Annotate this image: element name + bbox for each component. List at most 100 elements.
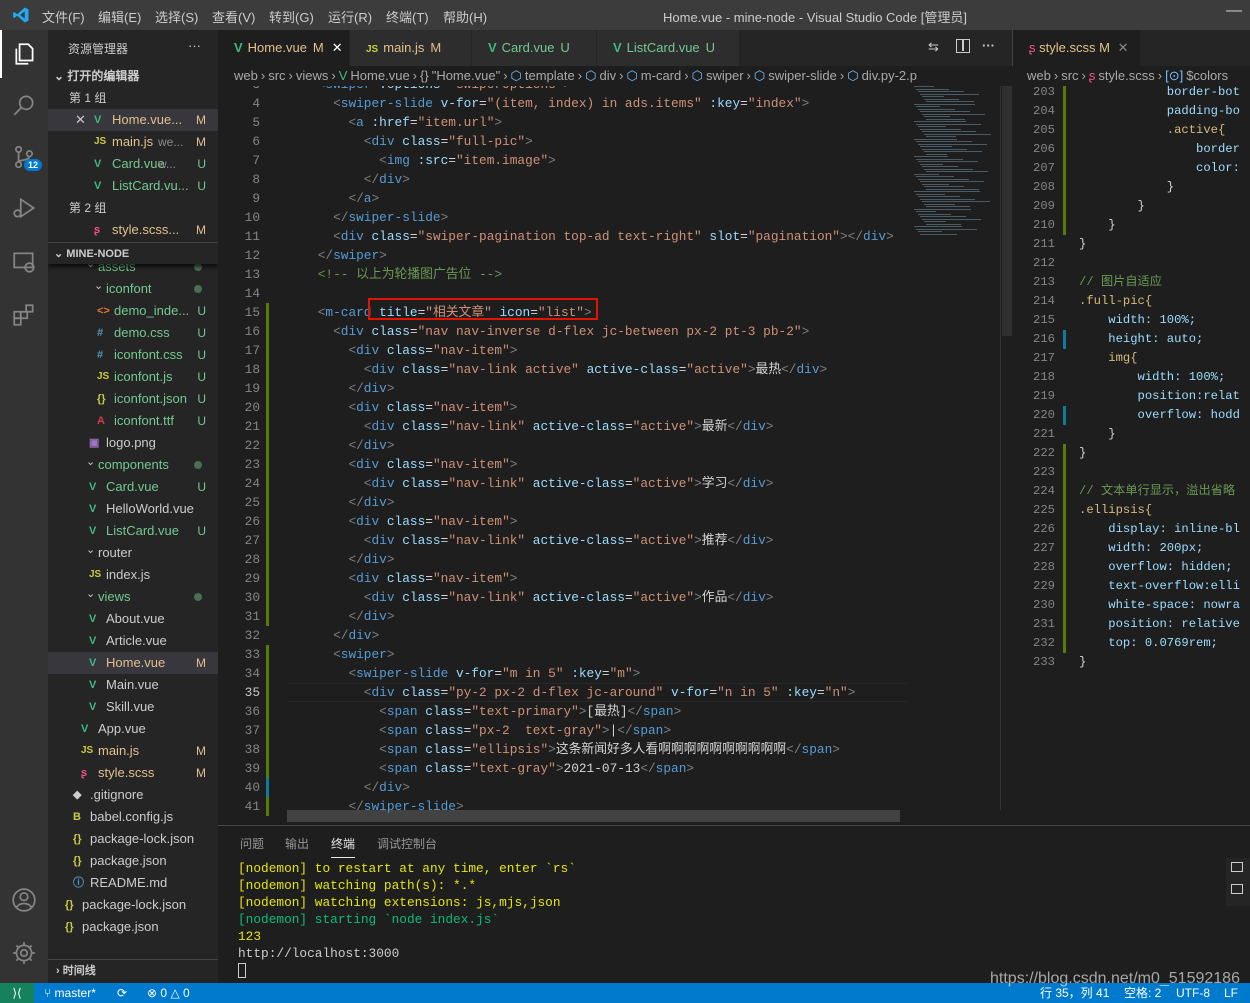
panel-tab[interactable]: 调试控制台 [377,835,437,852]
vertical-scrollbar[interactable] [1000,86,1012,810]
breadcrumb-item[interactable]: m-card [641,68,681,83]
menu-item[interactable]: 转到(G) [269,7,314,26]
tree-file[interactable]: V HelloWorld.vue [48,498,218,520]
breadcrumb-item[interactable]: div [599,68,616,83]
menu-item[interactable]: 选择(S) [155,7,198,26]
open-changes-icon[interactable]: ⇆ [928,39,939,55]
breadcrumb-item[interactable]: template [525,68,575,83]
project-header[interactable]: ⌄ MINE-NODE [48,242,218,264]
panel-tab[interactable]: 输出 [285,835,309,852]
problems-status[interactable]: ⊗ 0 △ 0 [147,983,190,1003]
end-of-line[interactable]: LF [1224,983,1238,1003]
tree-file[interactable]: {} package.json [48,916,218,938]
tab-home-vue[interactable]: V Home.vue M ✕ [218,30,350,66]
menu-item[interactable]: 运行(R) [328,7,372,26]
tree-folder[interactable]: ⌄ components [48,454,218,476]
tab-card-vue[interactable]: V Card.vue U [472,30,597,66]
tree-folder[interactable]: ⌄ iconfont [48,278,218,300]
tree-file[interactable]: {} package-lock.json [48,828,218,850]
tree-file[interactable]: V ListCard.vue U [48,520,218,542]
breadcrumb-item[interactable]: "Home.vue" [432,68,500,83]
tree-file[interactable]: V Article.vue [48,630,218,652]
minimize-button[interactable]: — [1226,2,1242,20]
explorer-icon[interactable] [0,30,48,78]
tree-file[interactable]: JS main.js M [48,740,218,762]
panel-tab[interactable]: 问题 [240,835,264,852]
tree-file[interactable]: # iconfont.css U [48,344,218,366]
tree-file[interactable]: JS index.js [48,564,218,586]
menu-item[interactable]: 文件(F) [42,7,85,26]
breadcrumb-item[interactable]: Home.vue [350,68,409,83]
encoding[interactable]: UTF-8 [1176,983,1210,1003]
breadcrumb-item[interactable]: swiper-slide [768,68,837,83]
menu-item[interactable]: 终端(T) [386,7,429,26]
more-actions-button[interactable]: ··· [188,38,201,53]
tree-folder[interactable]: ⌄ views [48,586,218,608]
breadcrumb-item[interactable]: style.scss [1098,68,1154,83]
open-editor-item[interactable]: ✕ V Home.vue... M [48,109,218,131]
open-editor-item[interactable]: ʂ style.scss... M [48,219,218,241]
terminal-instance-icon[interactable] [1231,862,1243,872]
open-editor-item[interactable]: V ListCard.vu... U [48,175,218,197]
tree-file[interactable]: ʂ style.scss M [48,762,218,784]
tree-file[interactable]: {} iconfont.json U [48,388,218,410]
terminal-list[interactable] [1226,858,1250,906]
tree-file[interactable]: ▣ logo.png [48,432,218,454]
breadcrumb-item[interactable]: web [1027,68,1051,83]
tree-file[interactable]: ⓘ README.md [48,872,218,894]
cursor-position[interactable]: 行 35，列 41 [1040,983,1109,1003]
tree-file[interactable]: Aiconfont.ttf U [48,410,218,432]
close-icon[interactable]: ✕ [332,40,343,55]
tree-file[interactable]: <> demo_inde... U [48,300,218,322]
timeline-header[interactable]: › 时间线 [48,959,218,981]
close-icon[interactable]: ✕ [1118,40,1129,55]
more-actions-icon[interactable]: ··· [982,38,995,53]
menu-item[interactable]: 查看(V) [212,7,255,26]
remote-indicator-icon[interactable]: ⟩⟨ [0,983,34,1003]
tree-file[interactable]: V Home.vue M [48,652,218,674]
close-icon[interactable]: ✕ [75,109,86,131]
terminal-instance-icon[interactable] [1231,884,1243,894]
run-debug-icon[interactable] [0,184,48,232]
breadcrumb-item[interactable]: swiper [706,68,744,83]
tree-file[interactable]: ◆ .gitignore [48,784,218,806]
split-editor-icon[interactable] [956,39,970,53]
branch-status[interactable]: ⑂ master* [44,983,96,1003]
open-editors-header[interactable]: ⌄ 打开的编辑器 [48,65,218,87]
open-editor-item[interactable]: V Card.vue w... U [48,153,218,175]
panel-tab[interactable]: 终端 [331,835,356,858]
account-icon[interactable] [0,876,48,924]
tree-file[interactable]: Bbabel.config.js [48,806,218,828]
tree-file[interactable]: V About.vue [48,608,218,630]
tree-file[interactable]: {} package.json [48,850,218,872]
code-editor-style-scss[interactable]: 203 border-bot 204 padding-bo 205 .active{… [1013,86,1250,825]
search-icon[interactable] [0,81,48,129]
sync-icon[interactable]: ⟳ [117,983,127,1003]
source-control-icon[interactable]: 12 [0,133,48,181]
settings-gear-icon[interactable] [0,929,48,977]
tree-file[interactable]: {} package-lock.json [48,894,218,916]
menu-item[interactable]: 编辑(E) [98,7,141,26]
breadcrumb-item[interactable]: $colors [1186,68,1228,83]
tree-file[interactable]: # demo.css U [48,322,218,344]
tab-style-scss[interactable]: ʂ style.scss M ✕ [1013,30,1141,66]
breadcrumb-item[interactable]: src [268,68,285,83]
tree-file[interactable]: V Card.vue U [48,476,218,498]
code-editor-home-vue[interactable]: 3 <swiper :options="swiperOptions"> 4 <sw… [218,86,1012,825]
tree-file[interactable]: V Skill.vue [48,696,218,718]
tab-main-js[interactable]: JS main.js M [350,30,472,66]
breadcrumb-item[interactable]: div.py-2.p [862,68,917,83]
tree-file[interactable]: JS iconfont.js U [48,366,218,388]
tree-file[interactable]: V Main.vue [48,674,218,696]
minimap[interactable] [910,86,1000,266]
breadcrumb-item[interactable]: views [296,68,329,83]
open-editor-item[interactable]: JS main.js we... M [48,131,218,153]
breadcrumb-item[interactable]: web [234,68,258,83]
breadcrumb-item[interactable]: src [1061,68,1078,83]
indentation[interactable]: 空格: 2 [1124,983,1161,1003]
remote-explorer-icon[interactable] [0,238,48,286]
extensions-icon[interactable] [0,291,48,339]
menu-item[interactable]: 帮助(H) [443,7,487,26]
tab-listcard-vue[interactable]: V ListCard.vue U [597,30,740,66]
tree-folder[interactable]: ⌄ router [48,542,218,564]
